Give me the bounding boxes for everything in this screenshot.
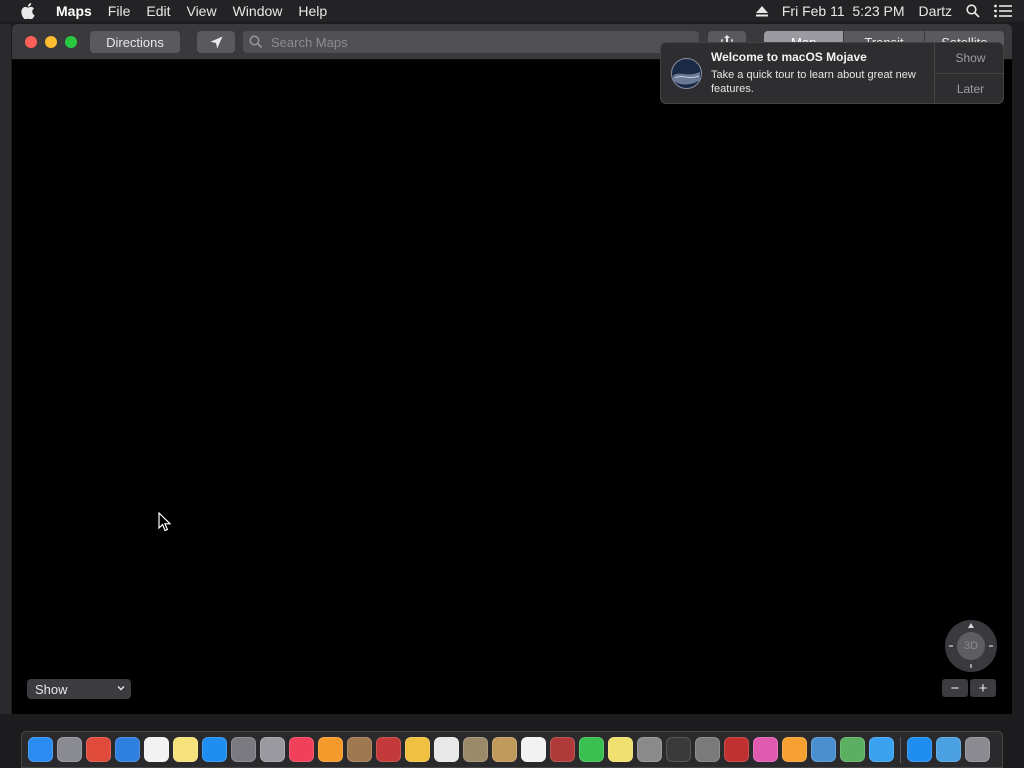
menu-bar: Maps File Edit View Window Help Fri Feb … bbox=[0, 0, 1024, 22]
menu-edit[interactable]: Edit bbox=[138, 3, 178, 19]
menu-clock[interactable]: Fri Feb 11 5:23 PM bbox=[782, 3, 905, 19]
apple-logo-icon[interactable] bbox=[0, 3, 56, 19]
photos-icon[interactable] bbox=[405, 737, 430, 762]
system-preferences-icon[interactable] bbox=[231, 737, 256, 762]
search-input[interactable] bbox=[269, 33, 693, 51]
automator-icon[interactable] bbox=[463, 737, 488, 762]
notification-body: Take a quick tour to learn about great n… bbox=[711, 69, 916, 95]
mojave-welcome-notification[interactable]: Welcome to macOS Mojave Take a quick tou… bbox=[660, 42, 1004, 104]
compass-control[interactable]: 3D bbox=[945, 620, 997, 672]
menu-user[interactable]: Dartz bbox=[919, 3, 952, 19]
preview-icon[interactable] bbox=[347, 737, 372, 762]
close-window-button[interactable] bbox=[25, 36, 37, 48]
reminders-icon[interactable] bbox=[521, 737, 546, 762]
menu-app-name[interactable]: Maps bbox=[56, 3, 100, 19]
zoom-controls: − + bbox=[942, 679, 998, 697]
menu-window[interactable]: Window bbox=[225, 3, 291, 19]
search-icon[interactable] bbox=[966, 4, 980, 18]
itunes-icon[interactable] bbox=[753, 737, 778, 762]
app-store-downloads-icon[interactable] bbox=[907, 737, 932, 762]
notification-title: Welcome to macOS Mojave bbox=[711, 50, 867, 64]
dock bbox=[21, 731, 1003, 768]
zoom-out-button[interactable]: − bbox=[942, 679, 968, 697]
location-arrow-icon bbox=[210, 36, 223, 49]
minimize-window-button[interactable] bbox=[45, 36, 57, 48]
maps-window: Directions Map Transit Satellite Show bbox=[12, 24, 1012, 714]
eject-icon[interactable] bbox=[755, 5, 768, 17]
facetime-icon[interactable] bbox=[579, 737, 604, 762]
system-information-icon[interactable] bbox=[724, 737, 749, 762]
zoom-in-button[interactable]: + bbox=[970, 679, 996, 697]
dictionary-icon[interactable] bbox=[550, 737, 575, 762]
notification-later-button[interactable]: Later bbox=[935, 74, 1003, 103]
search-icon bbox=[249, 35, 263, 49]
search-field[interactable] bbox=[243, 31, 699, 53]
zoom-window-button[interactable] bbox=[65, 36, 77, 48]
menu-view[interactable]: View bbox=[178, 3, 224, 19]
dock-separator bbox=[900, 736, 901, 763]
directions-button[interactable]: Directions bbox=[90, 31, 180, 53]
app-store-icon[interactable] bbox=[202, 737, 227, 762]
font-book-icon[interactable] bbox=[637, 737, 662, 762]
notification-center-icon[interactable] bbox=[994, 4, 1012, 18]
notes-icon[interactable] bbox=[173, 737, 198, 762]
image-capture-icon[interactable] bbox=[811, 737, 836, 762]
home-icon[interactable] bbox=[782, 737, 807, 762]
contacts-icon[interactable] bbox=[492, 737, 517, 762]
show-menu-label: Show bbox=[35, 681, 68, 697]
launchpad-icon[interactable] bbox=[57, 737, 82, 762]
activity-monitor-icon[interactable] bbox=[666, 737, 691, 762]
notification-show-button[interactable]: Show bbox=[935, 43, 1003, 74]
mouse-pointer-icon bbox=[158, 512, 172, 532]
chevron-down-icon bbox=[116, 682, 126, 694]
map-canvas[interactable] bbox=[12, 60, 1012, 714]
news-icon[interactable] bbox=[289, 737, 314, 762]
disk-utility-icon[interactable] bbox=[695, 737, 720, 762]
background-window-edge bbox=[0, 24, 11, 714]
menu-help[interactable]: Help bbox=[290, 3, 335, 19]
maps-icon[interactable] bbox=[840, 737, 865, 762]
notification-actions: Show Later bbox=[934, 43, 1003, 103]
menu-file[interactable]: File bbox=[100, 3, 139, 19]
stickies-icon[interactable] bbox=[608, 737, 633, 762]
trash-icon[interactable] bbox=[965, 737, 990, 762]
3d-toggle[interactable]: 3D bbox=[957, 632, 985, 660]
script-editor-icon[interactable] bbox=[260, 737, 285, 762]
current-location-button[interactable] bbox=[197, 31, 235, 53]
messages-icon[interactable] bbox=[869, 737, 894, 762]
calendar-icon[interactable] bbox=[144, 737, 169, 762]
mojave-icon bbox=[671, 58, 702, 89]
applications-folder-icon[interactable] bbox=[936, 737, 961, 762]
textedit-icon[interactable] bbox=[434, 737, 459, 762]
finder-icon[interactable] bbox=[28, 737, 53, 762]
chrome-icon[interactable] bbox=[86, 737, 111, 762]
photo-booth-icon[interactable] bbox=[376, 737, 401, 762]
safari-icon[interactable] bbox=[115, 737, 140, 762]
show-menu[interactable]: Show bbox=[27, 679, 131, 699]
ibooks-icon[interactable] bbox=[318, 737, 343, 762]
